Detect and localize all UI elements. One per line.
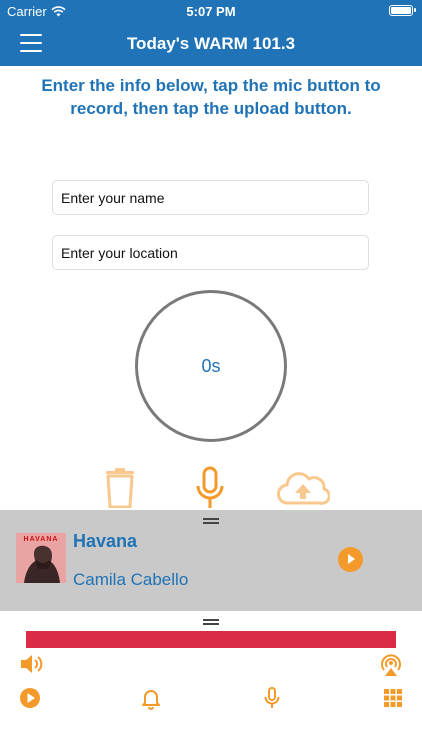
name-field[interactable] (52, 180, 369, 215)
app-screen: Carrier 5:07 PM Today's WARM 101.3 Enter… (0, 0, 422, 750)
broadcast-icon (381, 654, 401, 676)
tab-alerts[interactable] (139, 686, 163, 710)
battery-icon (389, 5, 416, 16)
play-button[interactable] (338, 547, 363, 572)
delete-recording-button[interactable] (98, 466, 142, 510)
speaker-icon (21, 655, 43, 673)
nav-bar: Today's WARM 101.3 (0, 22, 422, 66)
location-field[interactable] (52, 235, 369, 270)
tab-listen[interactable] (18, 686, 42, 710)
upload-button[interactable] (274, 466, 332, 510)
play-circle-icon (20, 688, 40, 708)
volume-button[interactable] (18, 651, 44, 677)
tab-record[interactable] (260, 686, 284, 710)
status-bar: Carrier 5:07 PM (0, 0, 422, 22)
microphone-icon (196, 466, 224, 508)
song-artist: Camila Cabello (73, 570, 189, 589)
trash-icon (106, 468, 134, 508)
stream-bar (26, 631, 396, 648)
tab-more[interactable] (381, 686, 405, 710)
record-timer: 0s (135, 290, 287, 442)
song-title: Havana (73, 531, 138, 551)
now-playing-panel: HAVANA Havana Camila Cabello (0, 510, 422, 611)
instructions-text: Enter the info below, tap the mic button… (41, 76, 381, 118)
cloud-upload-icon (277, 472, 330, 505)
record-button[interactable] (188, 466, 232, 510)
album-art-text: HAVANA (23, 536, 59, 543)
microphone-icon (264, 687, 280, 708)
drag-handle[interactable] (203, 619, 219, 625)
bell-icon (142, 690, 160, 710)
album-art: HAVANA (16, 533, 66, 583)
elapsed-time: 0s (201, 355, 221, 376)
drag-handle[interactable] (203, 518, 219, 524)
status-time: 5:07 PM (186, 4, 236, 19)
grid-icon (384, 689, 402, 707)
broadcast-button[interactable] (378, 651, 404, 677)
nav-title: Today's WARM 101.3 (126, 34, 296, 53)
